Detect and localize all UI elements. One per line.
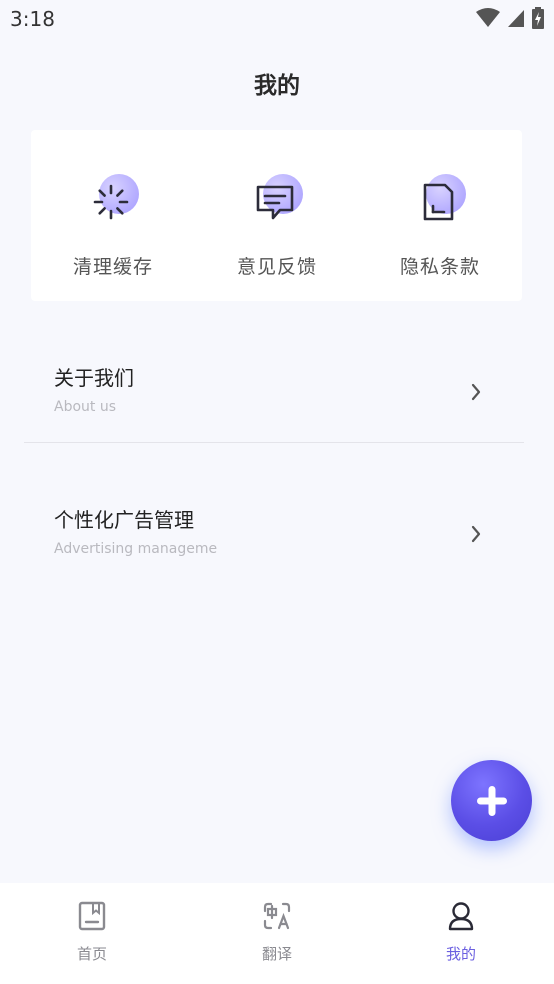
clear-cache-label: 清理缓存 — [72, 256, 153, 278]
about-us-title: 关于我们 — [54, 366, 134, 390]
status-time: 3:18 — [10, 7, 55, 31]
ad-management-subtitle: Advertising manageme — [54, 541, 218, 557]
feedback-button[interactable]: 意见反馈 — [195, 172, 359, 282]
nav-translate[interactable]: 翻译 — [217, 901, 337, 964]
signal-icon — [508, 10, 524, 27]
document-icon — [423, 183, 454, 221]
nav-home-label: 首页 — [76, 945, 107, 963]
page-title: 我的 — [254, 73, 300, 99]
profile-page: 3:18 我的 清理缓存 意见反馈 隐私条款 关于我们 About us 个性化… — [0, 0, 554, 984]
nav-home[interactable]: 首页 — [32, 901, 152, 964]
chevron-right-icon — [471, 383, 481, 401]
nav-profile[interactable]: 我的 — [401, 901, 521, 964]
user-icon — [448, 902, 474, 931]
nav-translate-label: 翻译 — [261, 945, 292, 963]
clear-cache-button[interactable]: 清理缓存 — [31, 172, 195, 282]
nav-profile-label: 我的 — [445, 945, 476, 963]
loading-spinner-icon — [93, 184, 129, 220]
plus-icon — [476, 785, 507, 816]
ad-management-title: 个性化广告管理 — [54, 508, 194, 532]
wifi-icon — [476, 8, 500, 27]
feedback-label: 意见反馈 — [236, 256, 317, 278]
translate-icon — [263, 902, 291, 930]
ad-management-row[interactable]: 个性化广告管理 Advertising manageme — [24, 480, 524, 590]
privacy-terms-label: 隐私条款 — [399, 256, 480, 278]
about-us-subtitle: About us — [54, 399, 117, 415]
quick-actions-card: 清理缓存 意见反馈 隐私条款 — [31, 130, 522, 301]
chevron-right-icon — [471, 525, 481, 543]
add-fab-button[interactable] — [451, 760, 532, 841]
status-bar: 3:18 — [0, 0, 554, 38]
privacy-terms-button[interactable]: 隐私条款 — [358, 172, 522, 282]
feedback-chat-icon — [256, 185, 294, 220]
about-us-row[interactable]: 关于我们 About us — [24, 338, 524, 448]
divider — [24, 442, 524, 443]
bottom-nav: 首页 翻译 我的 — [0, 883, 554, 984]
battery-icon — [532, 7, 544, 29]
status-icons — [476, 7, 544, 29]
book-icon — [78, 901, 106, 931]
